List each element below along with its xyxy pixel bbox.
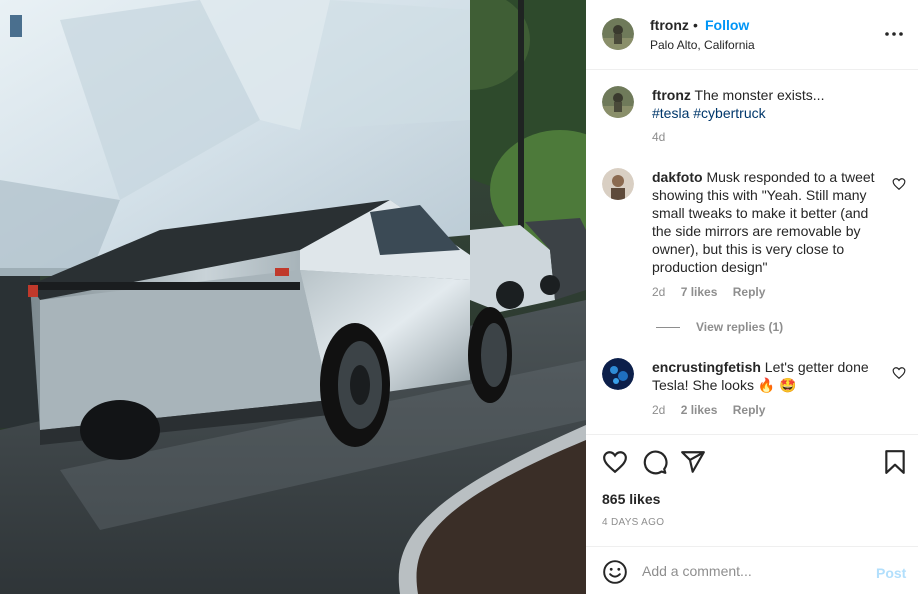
bookmark-icon[interactable] (882, 449, 908, 475)
avatar-image (602, 18, 634, 50)
author-avatar[interactable] (602, 18, 634, 50)
author-username[interactable]: ftronz (650, 17, 689, 33)
comment-time[interactable]: 2d (652, 403, 665, 417)
post-header: ftronz • Follow Palo Alto, California (586, 0, 918, 70)
avatar-image (602, 358, 634, 390)
comment-input[interactable] (642, 560, 862, 582)
caption: ftronz The monster exists... #tesla #cyb… (652, 86, 890, 122)
comment-1: dakfoto Musk responded to a tweet showin… (652, 168, 890, 276)
view-replies-button[interactable]: View replies (1) (656, 320, 783, 334)
caption-username[interactable]: ftronz (652, 87, 691, 103)
reply-button[interactable]: Reply (733, 403, 766, 417)
post-actions: 865 likes 4 DAYS AGO (586, 434, 918, 546)
instagram-post-modal: ftronz • Follow Palo Alto, California ft… (0, 0, 918, 594)
like-count[interactable]: 865 likes (602, 491, 660, 507)
avatar-image (602, 168, 634, 200)
post-photo[interactable] (0, 0, 586, 594)
reply-button[interactable]: Reply (733, 285, 766, 299)
caption-text: The monster exists... (694, 87, 825, 103)
caption-meta: 4d (652, 130, 677, 144)
cybertruck-photo (0, 0, 586, 594)
comment-likes[interactable]: 7 likes (681, 285, 718, 299)
like-comment-heart-icon[interactable] (892, 177, 906, 191)
comment-likes[interactable]: 2 likes (681, 403, 718, 417)
comment-icon[interactable] (642, 449, 668, 475)
view-replies-label: View replies (1) (696, 320, 784, 334)
separator-dot: • (693, 17, 698, 33)
commenter-avatar[interactable] (602, 168, 634, 200)
comment-2-meta: 2d 2 likes Reply (652, 403, 777, 417)
comment-username[interactable]: dakfoto (652, 169, 703, 185)
hashtag-tesla[interactable]: #tesla (652, 105, 689, 121)
post-comment-button[interactable]: Post (876, 565, 906, 581)
replies-divider (656, 326, 680, 328)
star-struck-emoji: 🤩 (779, 378, 797, 394)
fire-emoji: 🔥 (757, 378, 776, 394)
comment-time[interactable]: 2d (652, 285, 665, 299)
comment-1-meta: 2d 7 likes Reply (652, 285, 777, 299)
caption-time[interactable]: 4d (652, 130, 665, 144)
share-icon[interactable] (680, 449, 706, 475)
heart-icon[interactable] (602, 449, 628, 475)
like-comment-heart-icon[interactable] (892, 366, 906, 380)
comment-composer: Post (586, 546, 918, 594)
follow-button[interactable]: Follow (705, 17, 749, 33)
post-location[interactable]: Palo Alto, California (650, 38, 755, 52)
post-timestamp[interactable]: 4 DAYS AGO (602, 517, 664, 528)
commenter-avatar[interactable] (602, 358, 634, 390)
comment-2: encrustingfetish Let's getter done Tesla… (652, 358, 890, 395)
caption-avatar[interactable] (602, 86, 634, 118)
comment-username[interactable]: encrustingfetish (652, 359, 761, 375)
post-sidebar: ftronz • Follow Palo Alto, California ft… (586, 0, 918, 594)
emoji-icon[interactable] (602, 559, 628, 585)
hashtag-cybertruck[interactable]: #cybertruck (693, 105, 765, 121)
avatar-image (602, 86, 634, 118)
more-horizontal-icon[interactable] (882, 24, 906, 44)
